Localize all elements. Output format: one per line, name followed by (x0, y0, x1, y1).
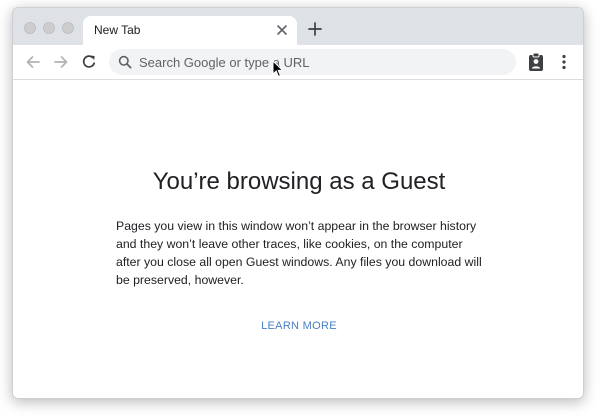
omnibox-input[interactable] (139, 49, 499, 75)
tab-strip: New Tab (13, 8, 583, 45)
window-minimize-button[interactable] (43, 22, 55, 34)
arrow-right-icon[interactable] (52, 53, 70, 71)
browser-window: New Tab Search Google or type a URL You’… (12, 7, 584, 399)
omnibox[interactable] (109, 49, 516, 75)
guest-profile-icon[interactable] (527, 52, 545, 72)
learn-more-link[interactable]: LEARN MORE (13, 320, 583, 332)
page-title: You’re browsing as a Guest (152, 168, 446, 195)
search-icon (118, 55, 132, 69)
window-maximize-button[interactable] (62, 22, 74, 34)
close-icon[interactable] (275, 23, 289, 37)
arrow-left-icon[interactable] (24, 53, 42, 71)
tab-new-tab[interactable]: New Tab (83, 16, 297, 45)
browser-toolbar (13, 45, 583, 80)
window-close-button[interactable] (24, 22, 36, 34)
reload-icon[interactable] (80, 53, 98, 71)
plus-icon[interactable] (307, 21, 323, 37)
guest-page: You’re browsing as a Guest Pages you vie… (13, 80, 583, 398)
guest-description: Pages you view in this window won’t appe… (116, 219, 482, 287)
tab-title: New Tab (94, 23, 141, 37)
more-vertical-icon[interactable] (557, 53, 571, 71)
